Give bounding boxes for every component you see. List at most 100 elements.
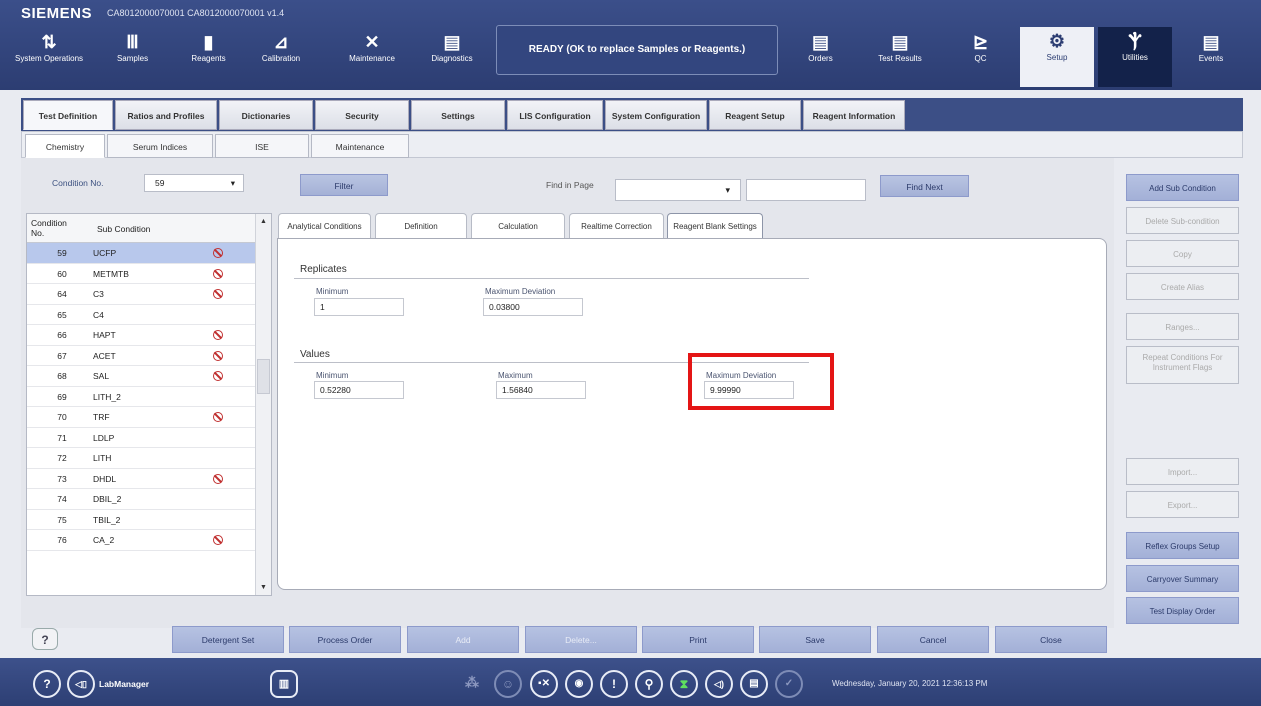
- nav-utilities[interactable]: Ⲯ Utilities: [1098, 27, 1172, 87]
- scrollbar-thumb[interactable]: [257, 359, 270, 394]
- condition-number: 73: [57, 473, 67, 484]
- bottom-button-3[interactable]: Delete...: [525, 626, 637, 653]
- tab-reagent-information[interactable]: Reagent Information: [803, 100, 905, 130]
- tab-lis-configuration[interactable]: LIS Configuration: [507, 100, 603, 130]
- volume-icon[interactable]: ◁): [705, 670, 733, 698]
- search-icon[interactable]: ⚲: [635, 670, 663, 698]
- replicates-max-deviation-input[interactable]: 0.03800: [483, 298, 583, 316]
- help-button[interactable]: ?: [32, 628, 58, 650]
- tab-settings[interactable]: Settings: [411, 100, 505, 130]
- subtab-chemistry[interactable]: Chemistry: [25, 134, 105, 158]
- hourglass-icon[interactable]: ⧗: [670, 670, 698, 698]
- bottom-button-6[interactable]: Cancel: [877, 626, 989, 653]
- nav-events[interactable]: ▤ Events: [1186, 28, 1236, 80]
- logged-in-user: LabManager: [99, 679, 150, 689]
- eye-icon[interactable]: ◉: [565, 670, 593, 698]
- sub-condition-name: CA_2: [93, 535, 115, 545]
- orders-icon: ▤: [811, 32, 829, 52]
- tab-security[interactable]: Security: [315, 100, 409, 130]
- app-window: SIEMENS CA8012000070001 CA8012000070001 …: [0, 0, 1261, 706]
- bottom-button-4[interactable]: Print: [642, 626, 754, 653]
- condition-no-label: Condition No.: [52, 178, 104, 188]
- bottom-button-7[interactable]: Close: [995, 626, 1107, 653]
- network-icon[interactable]: ⁂: [458, 670, 486, 698]
- list-item[interactable]: 71 LDLP: [27, 428, 255, 448]
- nav-samples[interactable]: Ⅲ Samples: [110, 28, 155, 80]
- list-item[interactable]: 75 TBIL_2: [27, 510, 255, 530]
- side-button-9[interactable]: Carryover Summary: [1126, 565, 1239, 592]
- tab-realtime-correction[interactable]: Realtime Correction: [569, 213, 664, 239]
- side-button-10[interactable]: Test Display Order: [1126, 597, 1239, 624]
- tab-system-configuration[interactable]: System Configuration: [605, 100, 707, 130]
- nav-reagents[interactable]: ▮ Reagents: [186, 28, 231, 80]
- list-item[interactable]: 73 DHDL: [27, 469, 255, 489]
- scroll-up-icon[interactable]: ▲: [260, 218, 267, 225]
- device-icon[interactable]: ▥: [270, 670, 298, 698]
- list-item[interactable]: 69 LITH_2: [27, 387, 255, 407]
- find-in-page-select[interactable]: ▾: [615, 179, 741, 201]
- list-item[interactable]: 59 UCFP: [27, 243, 255, 264]
- alert-icon[interactable]: !: [600, 670, 628, 698]
- find-text-input[interactable]: [746, 179, 866, 201]
- side-button-2[interactable]: Copy: [1126, 240, 1239, 267]
- condition-no-select[interactable]: 59 ▾: [144, 174, 244, 192]
- list-item[interactable]: 67 ACET: [27, 346, 255, 366]
- check-icon[interactable]: ✓: [775, 670, 803, 698]
- nav-system-operations[interactable]: ⇅ System Operations: [14, 28, 84, 80]
- nav-orders[interactable]: ▤ Orders: [798, 28, 843, 80]
- diagnostics-icon: ▤: [443, 32, 461, 52]
- nav-maintenance[interactable]: ✕ Maintenance: [342, 28, 402, 80]
- subtab-maintenance[interactable]: Maintenance: [311, 134, 409, 158]
- side-button-7[interactable]: Export...: [1126, 491, 1239, 518]
- scroll-down-icon[interactable]: ▼: [260, 584, 267, 591]
- list-item[interactable]: 72 LITH: [27, 448, 255, 469]
- bottom-button-0[interactable]: Detergent Set: [172, 626, 284, 653]
- side-button-3[interactable]: Create Alias: [1126, 273, 1239, 300]
- nav-diagnostics[interactable]: ▤ Diagnostics: [424, 28, 480, 80]
- list-item[interactable]: 66 HAPT: [27, 325, 255, 346]
- list-scrollbar[interactable]: ▲ ▼: [255, 214, 271, 595]
- tab-dictionaries[interactable]: Dictionaries: [219, 100, 313, 130]
- side-button-5[interactable]: Repeat Conditions For Instrument Flags: [1126, 346, 1239, 384]
- date-time: Wednesday, January 20, 2021 12:36:13 PM: [832, 679, 988, 688]
- side-button-0[interactable]: Add Sub Condition: [1126, 174, 1239, 201]
- tab-analytical-conditions[interactable]: Analytical Conditions: [278, 213, 371, 239]
- bottom-button-5[interactable]: Save: [759, 626, 871, 653]
- side-button-6[interactable]: Import...: [1126, 458, 1239, 485]
- list-item[interactable]: 60 METMTB: [27, 264, 255, 284]
- tab-test-definition[interactable]: Test Definition: [23, 100, 113, 130]
- list-item[interactable]: 76 CA_2: [27, 530, 255, 551]
- nav-qc[interactable]: ⊵ QC: [958, 28, 1003, 80]
- nav-calibration[interactable]: ⊿ Calibration: [256, 28, 306, 80]
- side-button-4[interactable]: Ranges...: [1126, 313, 1239, 340]
- tab-ratios-and-profiles[interactable]: Ratios and Profiles: [115, 100, 217, 130]
- values-maximum-input[interactable]: 1.56840: [496, 381, 586, 399]
- values-heading: Values: [300, 349, 330, 360]
- help-circle-icon[interactable]: ?: [33, 670, 61, 698]
- operator-icon[interactable]: ☺: [494, 670, 522, 698]
- nav-test-results[interactable]: ▤ Test Results: [870, 28, 930, 80]
- find-next-button[interactable]: Find Next: [880, 175, 969, 197]
- tab-reagent-setup[interactable]: Reagent Setup: [709, 100, 801, 130]
- tab-calculation[interactable]: Calculation: [471, 213, 565, 239]
- replicates-minimum-input[interactable]: 1: [314, 298, 404, 316]
- sample-error-icon[interactable]: ▪✕: [530, 670, 558, 698]
- printer-icon[interactable]: ▤: [740, 670, 768, 698]
- bottom-button-2[interactable]: Add: [407, 626, 519, 653]
- bottom-button-1[interactable]: Process Order: [289, 626, 401, 653]
- speaker-icon[interactable]: ◁▯: [67, 670, 95, 698]
- list-item[interactable]: 74 DBIL_2: [27, 489, 255, 510]
- tab-definition[interactable]: Definition: [375, 213, 467, 239]
- filter-button[interactable]: Filter: [300, 174, 388, 196]
- side-button-1[interactable]: Delete Sub-condition: [1126, 207, 1239, 234]
- list-item[interactable]: 70 TRF: [27, 407, 255, 428]
- subtab-ise[interactable]: ISE: [215, 134, 309, 158]
- list-item[interactable]: 68 SAL: [27, 366, 255, 387]
- subtab-serum-indices[interactable]: Serum Indices: [107, 134, 213, 158]
- nav-setup[interactable]: ⚙ Setup: [1020, 27, 1094, 87]
- list-item[interactable]: 65 C4: [27, 305, 255, 325]
- values-minimum-input[interactable]: 0.52280: [314, 381, 404, 399]
- list-item[interactable]: 64 C3: [27, 284, 255, 305]
- tab-reagent-blank-settings[interactable]: Reagent Blank Settings: [667, 213, 763, 239]
- side-button-8[interactable]: Reflex Groups Setup: [1126, 532, 1239, 559]
